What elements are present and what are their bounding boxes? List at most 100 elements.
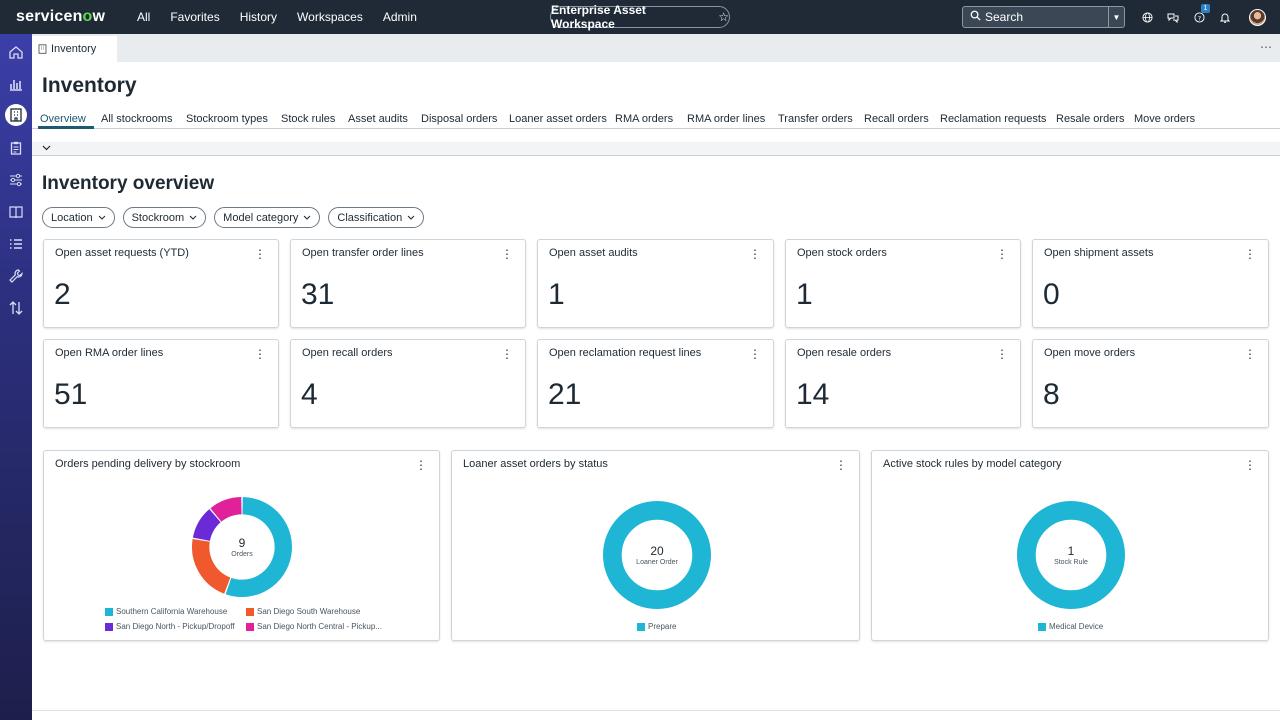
kpi-card-open-stock-orders[interactable]: Open stock orders ⋮ 1 — [785, 239, 1021, 328]
search-icon — [965, 10, 985, 24]
nav-history[interactable]: History — [240, 10, 277, 24]
filter-classification[interactable]: Classification — [328, 207, 425, 228]
subtab-loaner-asset-orders[interactable]: Loaner asset orders — [509, 113, 607, 125]
kpi-value[interactable]: 0 — [1043, 278, 1060, 312]
nav-admin[interactable]: Admin — [383, 10, 417, 24]
kebab-menu-icon[interactable]: ⋮ — [1244, 247, 1256, 261]
kpi-title: Open RMA order lines — [55, 347, 164, 359]
analytics-icon[interactable] — [4, 72, 28, 96]
subtab-reclamation-requests[interactable]: Reclamation requests — [940, 113, 1046, 125]
subtab-asset-audits[interactable]: Asset audits — [348, 113, 408, 125]
kebab-menu-icon[interactable]: ⋮ — [749, 247, 761, 261]
kpi-card-open-recall-orders[interactable]: Open recall orders ⋮ 4 — [290, 339, 526, 428]
subtab-move-orders[interactable]: Move orders — [1134, 113, 1195, 125]
legend-swatch — [637, 622, 645, 631]
subtab-overview[interactable]: Overview — [40, 113, 86, 125]
home-icon[interactable] — [4, 40, 28, 64]
nav-all[interactable]: All — [137, 10, 150, 24]
subtab-stock-rules[interactable]: Stock rules — [281, 113, 335, 125]
wrench-icon[interactable] — [4, 264, 28, 288]
sliders-icon[interactable] — [4, 168, 28, 192]
kpi-value[interactable]: 4 — [301, 378, 318, 412]
kpi-card-open-resale-orders[interactable]: Open resale orders ⋮ 14 — [785, 339, 1021, 428]
subtab-rma-orders[interactable]: RMA orders — [615, 113, 673, 125]
kpi-card-open-asset-audits[interactable]: Open asset audits ⋮ 1 — [537, 239, 774, 328]
legend-swatch — [1038, 622, 1046, 631]
kebab-menu-icon[interactable]: ⋮ — [996, 247, 1008, 261]
kpi-value[interactable]: 1 — [796, 278, 813, 312]
kpi-value[interactable]: 8 — [1043, 378, 1060, 412]
subtab-resale-orders[interactable]: Resale orders — [1056, 113, 1124, 125]
kpi-value[interactable]: 1 — [548, 278, 565, 312]
workspace-pill[interactable]: Enterprise Asset Workspace ☆ — [550, 3, 730, 31]
kpi-card-open-asset-requests[interactable]: Open asset requests (YTD) ⋮ 2 — [43, 239, 279, 328]
legend-swatch — [246, 607, 254, 616]
chevron-down-icon — [98, 213, 106, 222]
kpi-value[interactable]: 21 — [548, 378, 581, 412]
subtab-disposal-orders[interactable]: Disposal orders — [421, 113, 497, 125]
book-icon[interactable] — [4, 200, 28, 224]
tab-inventory[interactable]: Inventory — [32, 36, 117, 62]
kebab-menu-icon[interactable]: ⋮ — [254, 247, 266, 261]
clipboard-icon[interactable] — [4, 136, 28, 160]
more-options-icon[interactable]: ⋯ — [1260, 40, 1272, 54]
kpi-card-open-move-orders[interactable]: Open move orders ⋮ 8 — [1032, 339, 1269, 428]
kpi-card-open-shipment-assets[interactable]: Open shipment assets ⋮ 0 — [1032, 239, 1269, 328]
legend-item[interactable]: Medical Device — [1038, 622, 1103, 631]
legend-item[interactable]: San Diego South Warehouse — [246, 607, 360, 616]
legend-label: San Diego North - Pickup/Dropoff — [116, 622, 235, 631]
kebab-menu-icon[interactable]: ⋮ — [749, 347, 761, 361]
filter-stockroom[interactable]: Stockroom — [122, 207, 207, 228]
subtab-transfer-orders[interactable]: Transfer orders — [778, 113, 853, 125]
nav-favorites[interactable]: Favorites — [170, 10, 219, 24]
kebab-menu-icon[interactable]: ⋮ — [996, 347, 1008, 361]
globe-icon[interactable] — [1134, 8, 1160, 26]
kebab-menu-icon[interactable]: ⋮ — [501, 247, 513, 261]
kpi-value[interactable]: 14 — [796, 378, 829, 412]
collapse-bar[interactable] — [32, 142, 1280, 156]
help-icon[interactable]: ? 1 — [1186, 4, 1212, 26]
kpi-title: Open move orders — [1044, 347, 1136, 359]
page-title: Inventory — [42, 74, 137, 97]
kpi-value[interactable]: 51 — [54, 378, 87, 412]
kebab-menu-icon[interactable]: ⋮ — [254, 347, 266, 361]
filter-model-category[interactable]: Model category — [214, 207, 321, 228]
kpi-title: Open shipment assets — [1044, 247, 1154, 259]
user-avatar[interactable] — [1249, 9, 1266, 26]
subtab-all-stockrooms[interactable]: All stockrooms — [101, 113, 173, 125]
chart-card-orders-pending-delivery: Orders pending delivery by stockroom ⋮ 9… — [43, 450, 440, 641]
subtab-stockroom-types[interactable]: Stockroom types — [186, 113, 268, 125]
legend-swatch — [105, 622, 113, 631]
kpi-value[interactable]: 2 — [54, 278, 71, 312]
kpi-card-open-rma-order-lines[interactable]: Open RMA order lines ⋮ 51 — [43, 339, 279, 428]
global-search[interactable]: Search ▼ — [962, 6, 1125, 28]
search-input[interactable]: Search — [985, 10, 1108, 24]
kebab-menu-icon[interactable]: ⋮ — [501, 347, 513, 361]
kebab-menu-icon[interactable]: ⋮ — [1244, 347, 1256, 361]
transfer-arrows-icon[interactable] — [4, 296, 28, 320]
legend-swatch — [105, 607, 113, 616]
top-utility-icons: ? 1 — [1134, 4, 1238, 26]
legend-item[interactable]: Prepare — [637, 622, 676, 631]
filter-location[interactable]: Location — [42, 207, 115, 228]
legend-label: San Diego North Central - Pickup... — [257, 622, 382, 631]
servicenow-logo[interactable]: servicenow — [16, 8, 126, 26]
chat-icon[interactable] — [1160, 8, 1186, 26]
subtab-recall-orders[interactable]: Recall orders — [864, 113, 929, 125]
inventory-building-icon[interactable] — [5, 104, 27, 126]
notification-bell-icon[interactable] — [1212, 8, 1238, 26]
subtab-bar: Overview All stockrooms Stockroom types … — [32, 112, 1280, 129]
list-icon[interactable] — [4, 232, 28, 256]
kpi-card-open-reclamation-request-lines[interactable]: Open reclamation request lines ⋮ 21 — [537, 339, 774, 428]
legend-item[interactable]: San Diego North Central - Pickup... — [246, 622, 382, 631]
subtab-rma-order-lines[interactable]: RMA order lines — [687, 113, 765, 125]
filter-label: Classification — [337, 211, 403, 224]
legend-item[interactable]: San Diego North - Pickup/Dropoff — [105, 622, 235, 631]
search-scope-dropdown-icon[interactable]: ▼ — [1108, 7, 1124, 27]
star-icon[interactable]: ☆ — [718, 10, 729, 24]
kpi-card-open-transfer-order-lines[interactable]: Open transfer order lines ⋮ 31 — [290, 239, 526, 328]
legend-item[interactable]: Southern California Warehouse — [105, 607, 227, 616]
nav-workspaces[interactable]: Workspaces — [297, 10, 363, 24]
chevron-down-icon[interactable] — [42, 143, 51, 154]
kpi-value[interactable]: 31 — [301, 278, 334, 312]
